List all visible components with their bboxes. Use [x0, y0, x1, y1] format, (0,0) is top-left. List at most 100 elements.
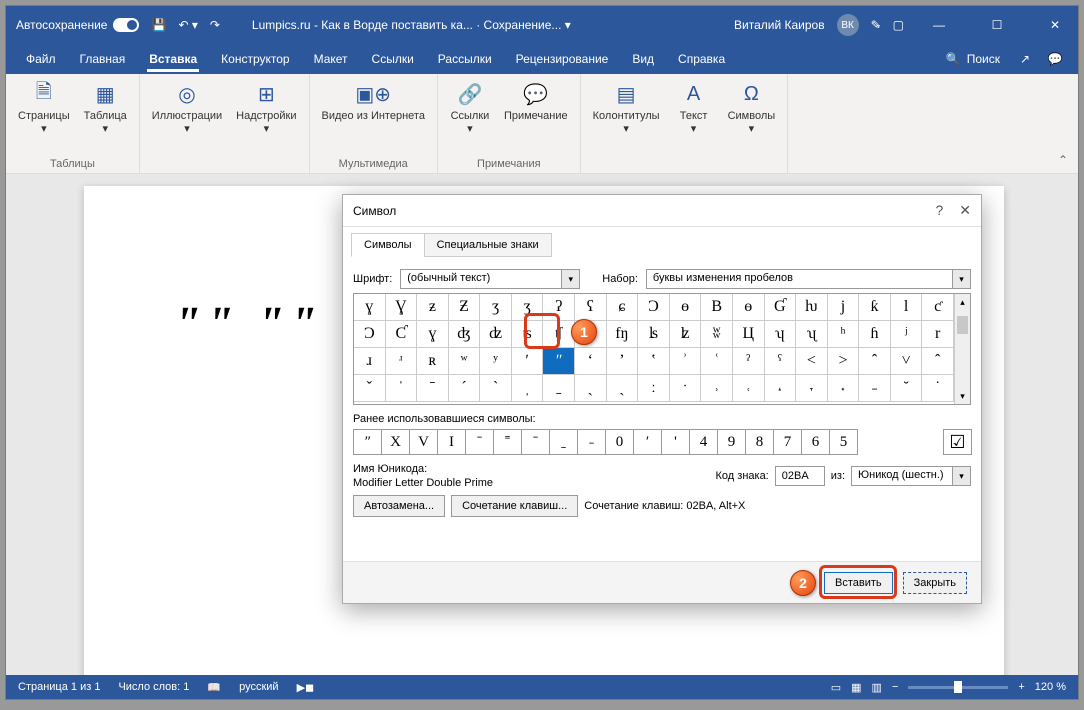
- symbol-cell[interactable]: ˎ: [575, 375, 607, 402]
- symbol-cell[interactable]: Ɠ: [765, 294, 797, 321]
- symbol-cell[interactable]: ʾ: [670, 348, 702, 375]
- tab-file[interactable]: Файл: [14, 46, 68, 72]
- tab-mailings[interactable]: Рассылки: [426, 46, 504, 72]
- symbol-cell[interactable]: ʣ: [480, 321, 512, 348]
- font-combo[interactable]: (обычный текст)▾: [400, 269, 580, 289]
- symbol-cell[interactable]: Ƶ: [449, 294, 481, 321]
- symbol-cell[interactable]: ˔: [765, 375, 797, 402]
- symbol-cell[interactable]: >: [828, 348, 860, 375]
- symbol-cell[interactable]: ˙: [922, 375, 954, 402]
- symbol-cell[interactable]: ɵ: [733, 294, 765, 321]
- symbol-cell[interactable]: ˕: [796, 375, 828, 402]
- autocorrect-button[interactable]: Автозамена...: [353, 495, 445, 517]
- symbol-cell[interactable]: ɦ: [859, 321, 891, 348]
- recent-cell[interactable]: 0: [605, 429, 634, 455]
- recent-cell[interactable]: 8: [745, 429, 774, 455]
- recent-cell[interactable]: ʺ: [353, 429, 382, 455]
- ribbon-links[interactable]: 🔗Ссылки▾: [444, 78, 496, 140]
- mode-icon[interactable]: ✎̵: [871, 18, 881, 32]
- symbol-cell[interactable]: j: [828, 294, 860, 321]
- symbol-cell[interactable]: ʯ: [796, 321, 828, 348]
- close-button[interactable]: ✕: [1032, 6, 1078, 44]
- view-print-icon[interactable]: ▦: [851, 681, 861, 694]
- search[interactable]: 🔍Поиск: [936, 52, 1010, 66]
- help-icon[interactable]: ?: [935, 202, 943, 219]
- symbol-cell[interactable]: ˇ: [354, 375, 386, 402]
- symbol-cell[interactable]: ʤ: [449, 321, 481, 348]
- symbol-cell[interactable]: ʲ: [891, 321, 923, 348]
- symbol-cell[interactable]: ʼ: [607, 348, 639, 375]
- symbol-cell[interactable]: ˒: [701, 375, 733, 402]
- zoom-out-icon[interactable]: −: [892, 681, 898, 693]
- symbol-cell[interactable]: ƙ: [859, 294, 891, 321]
- recent-cell[interactable]: 5: [829, 429, 858, 455]
- symbol-cell[interactable]: Ɔ: [354, 321, 386, 348]
- ribbon-display-icon[interactable]: ▢: [893, 18, 904, 32]
- symbol-cell[interactable]: ʮ: [765, 321, 797, 348]
- symbol-cell[interactable]: ˖: [828, 375, 860, 402]
- dialog-tab-special[interactable]: Специальные знаки: [424, 233, 552, 257]
- symbol-cell[interactable]: ˍ: [543, 375, 575, 402]
- status-lang[interactable]: русский: [239, 681, 278, 693]
- symbol-cell[interactable]: ʀ: [417, 348, 449, 375]
- recent-cell[interactable]: ˗: [577, 429, 606, 455]
- symbol-cell[interactable]: ʸ: [480, 348, 512, 375]
- symbol-cell[interactable]: ˌ: [512, 375, 544, 402]
- symbol-cell[interactable]: ˈ: [386, 375, 418, 402]
- scrollbar[interactable]: ▴ ▾: [954, 294, 970, 404]
- recent-cell[interactable]: ˉ: [465, 429, 494, 455]
- tab-insert[interactable]: Вставка: [137, 46, 209, 72]
- ribbon-video[interactable]: ▣⊕Видео из Интернета: [316, 78, 431, 127]
- symbol-cell[interactable]: Ɣ: [386, 294, 418, 321]
- maximize-button[interactable]: ☐: [974, 6, 1020, 44]
- symbol-cell[interactable]: ʴ: [386, 348, 418, 375]
- symbol-cell[interactable]: ɣ: [354, 294, 386, 321]
- symbol-cell[interactable]: ˅: [891, 348, 923, 375]
- insert-button[interactable]: Вставить: [824, 572, 893, 594]
- symbol-cell[interactable]: <: [796, 348, 828, 375]
- recent-cell[interactable]: I: [437, 429, 466, 455]
- tab-layout[interactable]: Макет: [302, 46, 360, 72]
- symbol-cell[interactable]: ʦ: [512, 321, 544, 348]
- macros-icon[interactable]: ▶◼: [297, 681, 315, 694]
- symbol-cell[interactable]: ˋ: [480, 375, 512, 402]
- zoom-slider[interactable]: [908, 686, 1008, 689]
- ribbon-illustrations[interactable]: ◎Иллюстрации▾: [146, 78, 228, 140]
- symbol-cell[interactable]: ˗: [859, 375, 891, 402]
- recent-cell[interactable]: ˭: [493, 429, 522, 455]
- spell-icon[interactable]: 📖: [207, 681, 221, 694]
- tab-help[interactable]: Справка: [666, 46, 737, 72]
- minimize-button[interactable]: —: [916, 6, 962, 44]
- symbol-cell[interactable]: ˓: [733, 375, 765, 402]
- symbol-cell[interactable]: ƶ: [417, 294, 449, 321]
- symbol-cell[interactable]: ˑ: [670, 375, 702, 402]
- symbol-cell[interactable]: ʒ: [480, 294, 512, 321]
- symbol-cell[interactable]: ˘: [891, 375, 923, 402]
- symbol-cell[interactable]: ʿ: [701, 348, 733, 375]
- symbol-cell[interactable]: ʻ: [575, 348, 607, 375]
- symbol-cell[interactable]: l: [891, 294, 923, 321]
- tab-review[interactable]: Рецензирование: [504, 46, 621, 72]
- symbol-cell[interactable]: B: [701, 294, 733, 321]
- tab-home[interactable]: Главная: [68, 46, 138, 72]
- shortcut-button[interactable]: Сочетание клавиш...: [451, 495, 578, 517]
- recent-cell[interactable]: V: [409, 429, 438, 455]
- symbol-cell[interactable]: Ɔ: [638, 294, 670, 321]
- share-icon[interactable]: ↗: [1010, 52, 1040, 66]
- symbol-cell[interactable]: ʷ: [449, 348, 481, 375]
- collapse-ribbon-icon[interactable]: ⌃: [1048, 147, 1078, 173]
- recent-cell[interactable]: ˍ: [549, 429, 578, 455]
- symbol-cell[interactable]: ƈ: [922, 294, 954, 321]
- dialog-close-icon[interactable]: ✕: [959, 202, 971, 219]
- symbol-cell[interactable]: ɹ: [354, 348, 386, 375]
- symbol-cell[interactable]: ʕ: [575, 294, 607, 321]
- symbol-cell[interactable]: Ц: [733, 321, 765, 348]
- view-read-icon[interactable]: ▭: [831, 681, 841, 694]
- symbol-cell[interactable]: ʽ: [638, 348, 670, 375]
- symbol-cell[interactable]: fŋ: [607, 321, 639, 348]
- symbol-cell[interactable]: r: [922, 321, 954, 348]
- symbol-cell[interactable]: ˉ: [417, 375, 449, 402]
- symbol-cell[interactable]: ˆ: [922, 348, 954, 375]
- ribbon-text[interactable]: AТекст▾: [668, 78, 720, 140]
- autosave-toggle[interactable]: [113, 18, 139, 32]
